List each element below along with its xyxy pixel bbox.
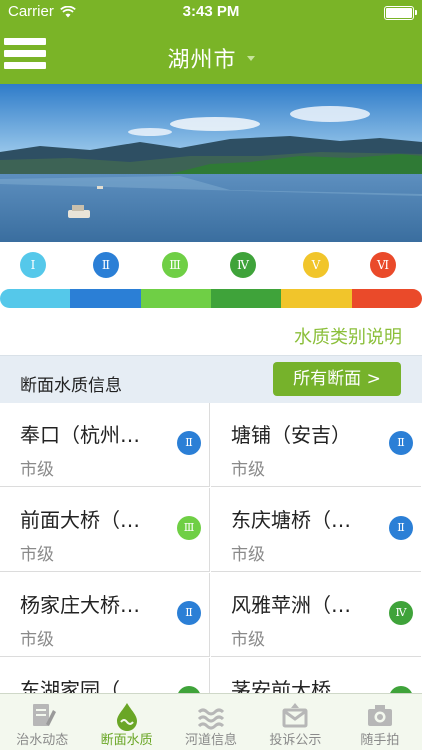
tab-water-quality[interactable]: 断面水质 — [84, 694, 168, 750]
tab-label: 随手拍 — [360, 733, 400, 748]
section-header: 断面水质信息 所有断面 > — [0, 355, 422, 403]
site-class-badge: Ⅲ — [177, 516, 201, 540]
camera-icon — [367, 705, 392, 726]
site-class-badge — [177, 686, 201, 693]
class-6-segment — [351, 289, 422, 308]
site-name: 东湖家园（ — [20, 678, 120, 693]
class-3-segment — [140, 289, 211, 308]
site-name: 东庆塘桥（… — [231, 508, 351, 532]
tab-snapshot[interactable]: 随手拍 — [338, 694, 422, 750]
tab-news[interactable]: 治水动态 — [0, 694, 84, 750]
tab-complaints[interactable]: 投诉公示 — [253, 694, 337, 750]
dropdown-caret-icon — [246, 55, 255, 61]
site-level: 市级 — [231, 460, 265, 480]
class-5-segment — [281, 289, 352, 308]
site-card[interactable]: 杨家庄大桥… 市级 Ⅱ — [0, 573, 210, 657]
site-level: 市级 — [20, 630, 54, 650]
water-class-color-bar — [0, 289, 422, 308]
site-level: 市级 — [231, 545, 265, 565]
class-3-badge: Ⅲ — [162, 252, 188, 278]
water-drop-icon — [116, 703, 137, 731]
site-class-badge: Ⅳ — [389, 601, 413, 625]
tab-label: 河道信息 — [185, 733, 238, 748]
site-name: 前面大桥（… — [20, 508, 140, 532]
site-class-badge — [389, 686, 413, 693]
site-grid: 奉口（杭州… 市级 Ⅱ 塘铺（安吉） 市级 Ⅱ 前面大桥（… 市级 Ⅲ 东庆塘桥… — [0, 403, 422, 693]
site-card[interactable]: 东庆塘桥（… 市级 Ⅱ — [211, 488, 421, 572]
tab-label: 投诉公示 — [269, 733, 322, 748]
nav-bar: 湖州市 — [0, 26, 422, 84]
site-name: 塘铺（安吉） — [231, 423, 351, 447]
site-class-badge: Ⅱ — [177, 601, 201, 625]
all-sections-button[interactable]: 所有断面 > — [273, 362, 401, 396]
river-waves-icon — [197, 708, 225, 730]
water-class-legend: Ⅰ Ⅱ Ⅲ Ⅳ Ⅴ Ⅵ — [0, 248, 422, 288]
tab-label: 断面水质 — [100, 733, 153, 748]
city-name: 湖州市 — [167, 48, 237, 73]
class-2-segment — [70, 289, 141, 308]
site-level: 市级 — [20, 460, 54, 480]
site-level: 市级 — [231, 630, 265, 650]
site-name: 杨家庄大桥… — [20, 593, 140, 617]
site-class-badge: Ⅱ — [389, 516, 413, 540]
class-6-badge: Ⅵ — [370, 252, 396, 278]
city-selector[interactable]: 湖州市 — [0, 42, 422, 74]
site-card[interactable]: 东湖家园（ — [0, 658, 210, 693]
tab-label: 治水动态 — [16, 733, 69, 748]
tab-bar: 治水动态 断面水质 河道信息 投诉公示 随手拍 — [0, 693, 422, 750]
document-pen-icon — [33, 704, 57, 726]
complaint-envelope-icon — [282, 703, 308, 728]
section-title: 断面水质信息 — [20, 376, 122, 396]
site-class-badge: Ⅱ — [177, 431, 201, 455]
site-class-badge: Ⅱ — [389, 431, 413, 455]
class-2-badge: Ⅱ — [93, 252, 119, 278]
water-class-explanation-link[interactable]: 水质类别说明 — [294, 323, 402, 349]
class-4-segment — [210, 289, 282, 308]
status-bar: Carrier 3:43 PM — [0, 0, 422, 26]
site-level: 市级 — [20, 545, 54, 565]
class-4-badge: Ⅳ — [230, 252, 256, 278]
battery-icon — [384, 6, 417, 20]
site-name: 茅安前大桥 — [231, 678, 331, 693]
lake-banner-image — [0, 84, 422, 242]
site-name: 奉口（杭州… — [20, 423, 140, 447]
site-card[interactable]: 茅安前大桥 — [211, 658, 421, 693]
class-1-badge: Ⅰ — [20, 252, 46, 278]
site-card[interactable]: 奉口（杭州… 市级 Ⅱ — [0, 403, 210, 487]
class-5-badge: Ⅴ — [303, 252, 329, 278]
class-1-segment — [0, 289, 71, 308]
site-card[interactable]: 塘铺（安吉） 市级 Ⅱ — [211, 403, 421, 487]
tab-river-info[interactable]: 河道信息 — [169, 694, 253, 750]
site-name: 风雅苹洲（… — [231, 593, 351, 617]
site-card[interactable]: 风雅苹洲（… 市级 Ⅳ — [211, 573, 421, 657]
status-time: 3:43 PM — [182, 3, 240, 20]
site-card[interactable]: 前面大桥（… 市级 Ⅲ — [0, 488, 210, 572]
